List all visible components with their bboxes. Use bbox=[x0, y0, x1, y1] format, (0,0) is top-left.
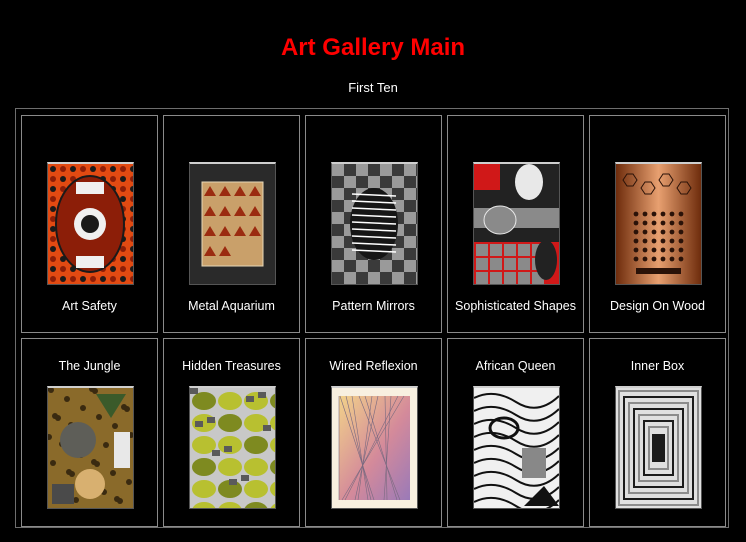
artwork-title[interactable]: The Jungle bbox=[22, 358, 157, 374]
gallery-item-inner-box[interactable]: Inner Box bbox=[589, 338, 726, 527]
artwork-thumbnail[interactable] bbox=[615, 162, 702, 285]
page-subtitle: First Ten bbox=[348, 80, 398, 95]
gallery-item-design-on-wood[interactable]: Design On Wood bbox=[589, 115, 726, 333]
gallery-page: Art Gallery Main First Ten Art Safety Me… bbox=[0, 0, 746, 542]
page-title: Art Gallery Main bbox=[280, 34, 466, 61]
artwork-pattern bbox=[332, 164, 417, 284]
artwork-title[interactable]: Sophisticated Shapes bbox=[448, 298, 583, 314]
artwork-title[interactable]: Design On Wood bbox=[590, 298, 725, 314]
artwork-thumbnail[interactable] bbox=[331, 386, 418, 509]
artwork-thumbnail[interactable] bbox=[473, 162, 560, 285]
artwork-thumbnail[interactable] bbox=[47, 162, 134, 285]
artwork-pattern bbox=[474, 388, 559, 508]
artwork-pattern bbox=[48, 388, 133, 508]
gallery-item-african-queen[interactable]: African Queen bbox=[447, 338, 584, 527]
gallery-item-sophisticated-shapes[interactable]: Sophisticated Shapes bbox=[447, 115, 584, 333]
artwork-thumbnail[interactable] bbox=[189, 386, 276, 509]
artwork-thumbnail[interactable] bbox=[47, 386, 134, 509]
artwork-thumbnail[interactable] bbox=[615, 386, 702, 509]
artwork-title[interactable]: Inner Box bbox=[590, 358, 725, 374]
artwork-pattern bbox=[332, 388, 417, 508]
artwork-title[interactable]: Pattern Mirrors bbox=[306, 298, 441, 314]
artwork-thumbnail[interactable] bbox=[189, 162, 276, 285]
artwork-pattern bbox=[190, 388, 275, 508]
artwork-pattern bbox=[48, 164, 133, 284]
artwork-pattern bbox=[474, 164, 559, 284]
artwork-title[interactable]: Art Safety bbox=[22, 298, 157, 314]
gallery-item-pattern-mirrors[interactable]: Pattern Mirrors bbox=[305, 115, 442, 333]
artwork-thumbnail[interactable] bbox=[331, 162, 418, 285]
artwork-title[interactable]: Hidden Treasures bbox=[164, 358, 299, 374]
gallery-item-hidden-treasures[interactable]: Hidden Treasures bbox=[163, 338, 300, 527]
artwork-pattern bbox=[616, 164, 701, 284]
gallery-item-wired-reflexion[interactable]: Wired Reflexion bbox=[305, 338, 442, 527]
artwork-title[interactable]: African Queen bbox=[448, 358, 583, 374]
artwork-pattern bbox=[190, 164, 275, 284]
artwork-title[interactable]: Metal Aquarium bbox=[164, 298, 299, 314]
artwork-title[interactable]: Wired Reflexion bbox=[306, 358, 441, 374]
artwork-pattern bbox=[616, 388, 701, 508]
gallery-grid: Art Safety Metal Aquarium Pattern Mirror… bbox=[15, 108, 729, 528]
gallery-item-the-jungle[interactable]: The Jungle bbox=[21, 338, 158, 527]
artwork-thumbnail[interactable] bbox=[473, 386, 560, 509]
gallery-item-art-safety[interactable]: Art Safety bbox=[21, 115, 158, 333]
gallery-item-metal-aquarium[interactable]: Metal Aquarium bbox=[163, 115, 300, 333]
